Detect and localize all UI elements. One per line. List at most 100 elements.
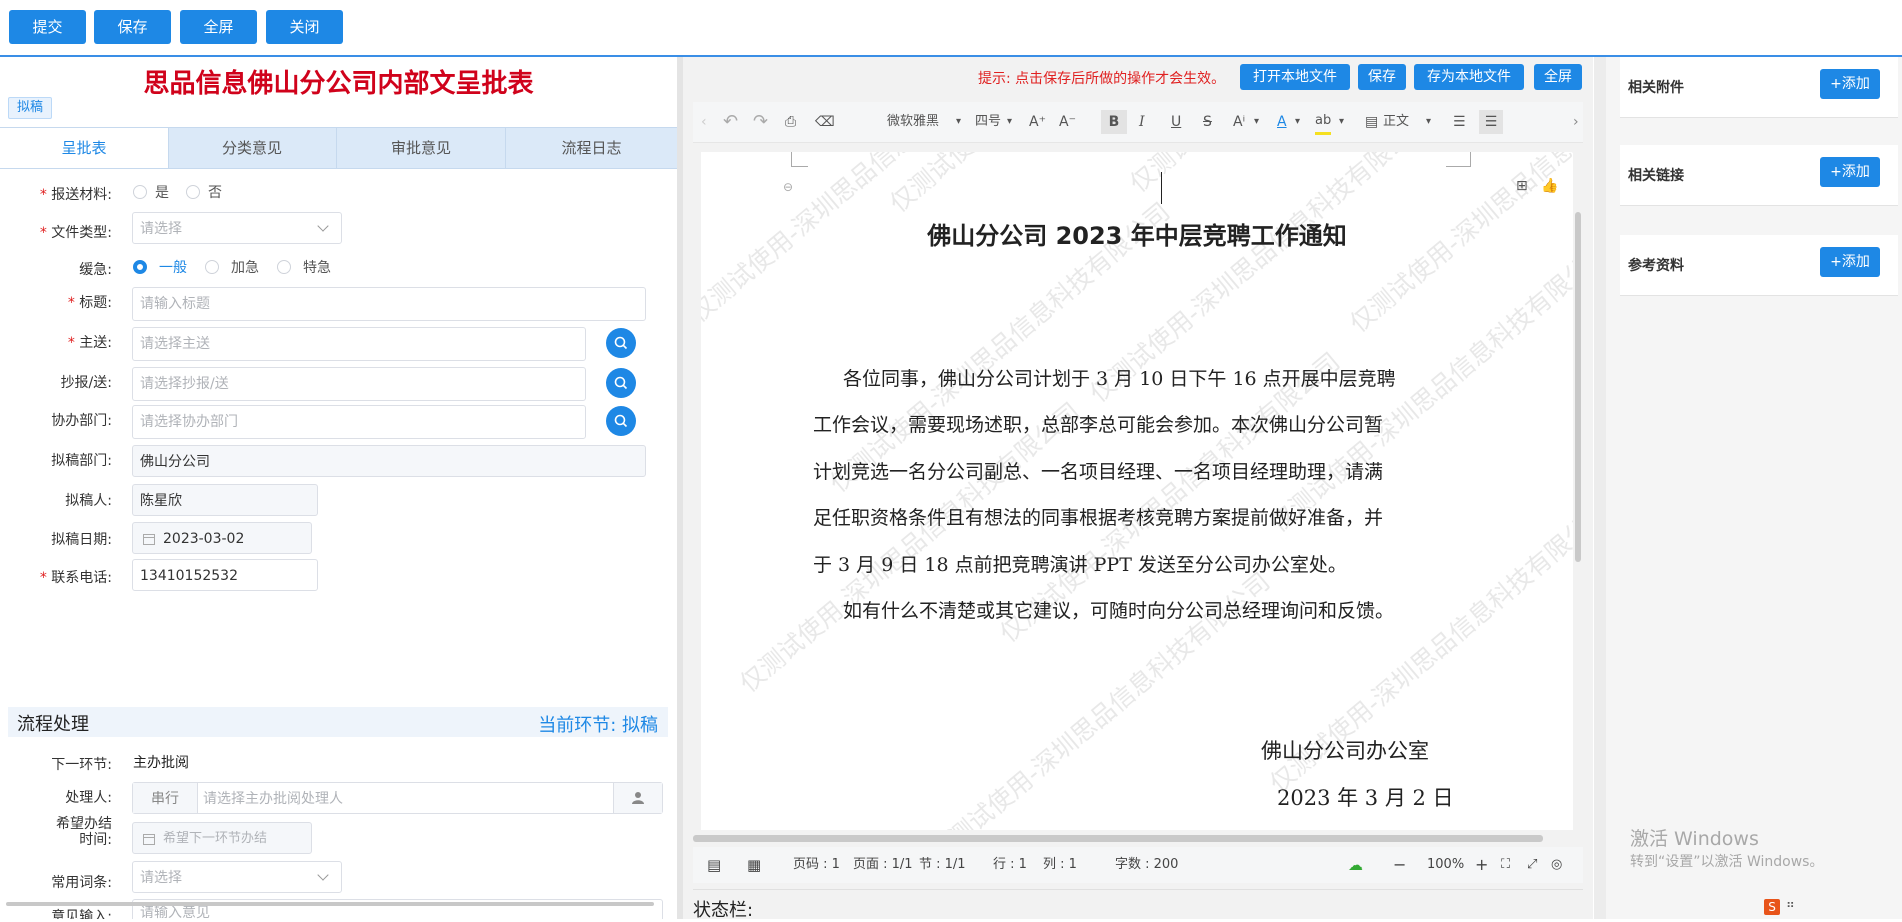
handler-picker-button[interactable] [613, 783, 662, 813]
ime-icon[interactable]: S [1764, 899, 1780, 915]
highlight-icon[interactable]: ab [1315, 110, 1332, 135]
close-button[interactable]: 关闭 [266, 10, 343, 44]
urgency-normal-label: 一般 [159, 260, 187, 276]
chevron-down-icon: ▾ [956, 116, 962, 127]
increase-font-icon[interactable]: A⁺ [1029, 102, 1046, 142]
strikethrough-icon[interactable]: S [1203, 102, 1212, 142]
form-tabs: 呈批表 分类意见 审批意见 流程日志 [0, 127, 677, 169]
document-paragraph-line: 计划竞选一名分公司副总、一名项目经理、一名项目经理助理，请满 [813, 461, 1384, 483]
cc-search-button[interactable] [606, 368, 636, 398]
add-comment-icon[interactable]: ⊞ [1516, 178, 1528, 194]
save-button[interactable]: 保存 [94, 10, 171, 44]
editor-toolbar: ‹ ↶ ↷ ⎙ ⌫ 微软雅黑 ▾ 四号 ▾ A⁺ A⁻ B I U S Aⁱ ▾… [693, 102, 1583, 143]
expand-icon[interactable]: ⤢ [1527, 847, 1537, 883]
flow-section-header: 流程处理 当前环节: 拟稿 [8, 707, 668, 737]
urgency-critical-radio[interactable] [277, 260, 291, 274]
report-material-yes-radio[interactable] [133, 185, 147, 199]
draft-dept-label: 拟稿部门: [51, 453, 112, 469]
tab-process-log[interactable]: 流程日志 [506, 128, 677, 168]
scroll-left-icon[interactable]: ‹ [701, 102, 707, 142]
add-attachment-button[interactable]: +添加 [1820, 69, 1880, 99]
left-horizontal-scrollbar[interactable] [6, 902, 654, 906]
form-title: 思品信息佛山分公司内部文呈批表 [143, 69, 534, 99]
top-action-bar: 提交 保存 全屏 关闭 [0, 0, 1902, 57]
status-bar-label: 状态栏: [693, 900, 754, 921]
handler-field[interactable]: 串行 请选择主办批阅处理人 [132, 782, 663, 814]
main-to-search-button[interactable] [606, 328, 636, 358]
paragraph-style-icon[interactable]: ▤ [1365, 102, 1378, 142]
editor-status-bar: ▤ ▦ 页码 : 1 页面 : 1/1 节 : 1/1 行 : 1 列 : 1 … [693, 847, 1583, 883]
activate-windows-title: 激活 Windows [1630, 828, 1759, 850]
page-view-icon[interactable]: ▤ [707, 847, 721, 883]
add-reference-button[interactable]: +添加 [1820, 247, 1880, 277]
cloud-check-icon[interactable]: ☁ [1348, 847, 1363, 883]
reading-mode-icon[interactable]: ◎ [1551, 847, 1562, 883]
assist-dept-search-button[interactable] [606, 406, 636, 436]
redo-icon[interactable]: ↷ [753, 102, 768, 142]
zoom-out-icon[interactable]: − [1393, 847, 1406, 883]
font-size-select[interactable]: 四号 [975, 102, 1001, 142]
submit-button[interactable]: 提交 [9, 10, 86, 44]
editor-horizontal-scrollbar[interactable] [693, 835, 1543, 842]
underline-icon[interactable]: U [1171, 102, 1181, 142]
report-material-yes-label: 是 [155, 185, 169, 201]
bold-icon[interactable]: B [1101, 110, 1127, 134]
flow-section-title: 流程处理 [17, 714, 89, 735]
scroll-right-icon[interactable]: › [1573, 102, 1579, 142]
tab-approval-opinion[interactable]: 审批意见 [337, 128, 506, 168]
urgency-normal-radio[interactable] [133, 260, 147, 274]
collapse-icon[interactable]: ⊖ [783, 180, 793, 194]
tab-classification-opinion[interactable]: 分类意见 [168, 128, 337, 168]
eraser-icon[interactable]: ⌫ [815, 102, 835, 142]
document-date: 2023 年 3 月 2 日 [1277, 786, 1454, 810]
drafter-field: 陈星欣 [132, 484, 318, 516]
search-icon [614, 414, 628, 428]
add-link-button[interactable]: +添加 [1820, 157, 1880, 187]
ime-options-icon[interactable]: ⠶ [1786, 897, 1795, 911]
cc-input[interactable]: 请选择抄报/送 [132, 367, 586, 401]
assist-dept-input[interactable]: 请选择协办部门 [132, 405, 586, 439]
superscript-icon[interactable]: Aⁱ [1233, 102, 1245, 142]
draft-date-field: 2023-03-02 [132, 522, 312, 554]
italic-icon[interactable]: I [1139, 102, 1145, 142]
editor-fullscreen-button[interactable]: 全屏 [1534, 64, 1582, 90]
document-page[interactable]: 仅测试使用-深圳思品信息科技有限公司 仅测试使用-深圳思品信息科技有限公司 仅测… [701, 152, 1573, 830]
report-material-no-radio[interactable] [186, 185, 200, 199]
align-center-icon[interactable]: ☰ [1479, 110, 1503, 134]
font-family-select[interactable]: 微软雅黑 [887, 102, 939, 142]
title-input[interactable]: 请输入标题 [132, 287, 646, 321]
common-phrases-select[interactable]: 请选择 [132, 861, 342, 893]
page-count-text: 页面 : 1/1 [853, 857, 913, 872]
urgency-urgent-radio[interactable] [205, 260, 219, 274]
open-local-file-button[interactable]: 打开本地文件 [1240, 64, 1350, 90]
fullscreen-button[interactable]: 全屏 [180, 10, 257, 44]
fit-page-icon[interactable]: ⛶ [1501, 847, 1510, 883]
zoom-level: 100% [1427, 857, 1465, 872]
undo-icon[interactable]: ↶ [723, 102, 738, 142]
related-resources-panel: 相关附件 +添加 相关链接 +添加 参考资料 +添加 激活 Windows 转到… [1606, 57, 1902, 919]
decrease-font-icon[interactable]: A⁻ [1059, 102, 1076, 142]
phone-label: * 联系电话: [39, 570, 112, 586]
attachments-section: 相关附件 +添加 [1620, 57, 1898, 118]
tab-approval-sheet[interactable]: 呈批表 [0, 128, 169, 168]
paragraph-style-select[interactable]: 正文 [1383, 102, 1409, 142]
drafter-label: 拟稿人: [65, 493, 112, 509]
editor-vertical-scrollbar[interactable] [1575, 212, 1581, 562]
right-splitter[interactable] [1594, 57, 1606, 919]
save-local-file-button[interactable]: 存为本地文件 [1414, 64, 1524, 90]
main-to-input[interactable]: 请选择主送 [132, 327, 586, 361]
align-left-icon[interactable]: ☰ [1453, 102, 1466, 142]
draft-date-label: 拟稿日期: [51, 532, 112, 548]
font-color-icon[interactable]: A [1277, 102, 1287, 142]
zoom-in-icon[interactable]: + [1475, 847, 1488, 883]
doc-type-select[interactable]: 请选择 [132, 212, 342, 244]
chevron-down-icon [317, 220, 329, 232]
outline-view-icon[interactable]: ▦ [747, 847, 761, 883]
expect-time-input[interactable]: 希望下一环节办结 [132, 822, 312, 854]
status-divider [693, 889, 1583, 890]
editor-save-button[interactable]: 保存 [1358, 64, 1406, 90]
col-text: 列 : 1 [1043, 857, 1077, 872]
format-painter-icon[interactable]: ⎙ [785, 102, 796, 142]
like-icon[interactable]: 👍 [1541, 178, 1558, 194]
phone-input[interactable]: 13410152532 [132, 559, 318, 591]
